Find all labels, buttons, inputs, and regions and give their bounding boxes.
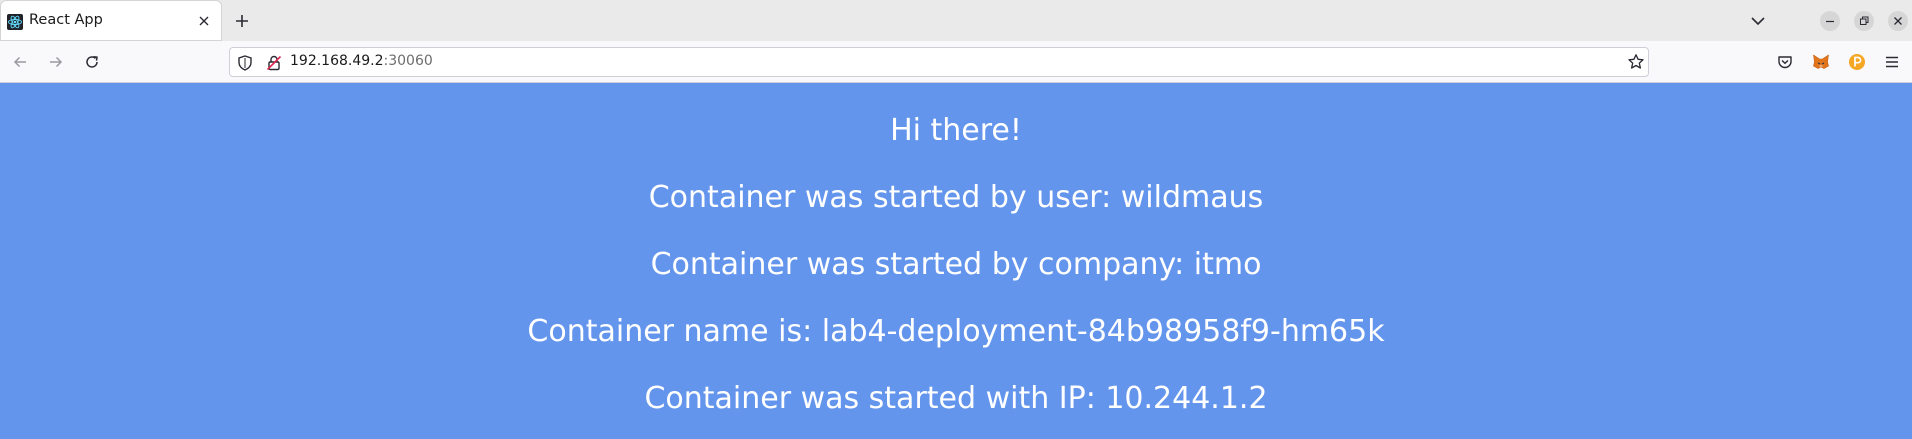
plus-icon[interactable] xyxy=(232,11,252,31)
url-bar[interactable]: 192.168.49.2:30060 xyxy=(229,47,1649,77)
extension-p-icon[interactable] xyxy=(1847,52,1867,72)
restore-button[interactable] xyxy=(1854,11,1874,31)
minimize-icon xyxy=(1826,20,1834,23)
tab-strip: React App xyxy=(0,0,1912,41)
react-icon xyxy=(7,14,23,30)
arrow-left-icon[interactable] xyxy=(10,52,30,72)
window-close-button[interactable] xyxy=(1888,11,1908,31)
insecure-lock-icon[interactable] xyxy=(265,54,283,72)
user-info-text: Container was started by user: wildmaus xyxy=(648,180,1264,215)
url-text[interactable]: 192.168.49.2:30060 xyxy=(290,53,433,69)
shield-icon[interactable] xyxy=(236,54,254,72)
page-content: Hi there! Container was started by user:… xyxy=(0,84,1912,439)
reload-icon[interactable] xyxy=(82,52,102,72)
container-name-text: Container name is: lab4-deployment-84b98… xyxy=(527,314,1385,349)
restore-icon xyxy=(1860,16,1869,25)
arrow-right-icon[interactable] xyxy=(46,52,66,72)
greeting-text: Hi there! xyxy=(890,113,1022,148)
container-ip-text: Container was started with IP: 10.244.1.… xyxy=(644,381,1268,416)
nav-bar: 192.168.49.2:30060 xyxy=(0,41,1912,83)
close-icon[interactable] xyxy=(196,13,212,29)
company-info-text: Container was started by company: itmo xyxy=(650,247,1262,282)
pocket-icon[interactable] xyxy=(1775,52,1795,72)
close-icon xyxy=(1894,17,1902,25)
chevron-down-icon[interactable] xyxy=(1748,11,1768,31)
browser-tab[interactable]: React App xyxy=(1,1,221,40)
tab-title: React App xyxy=(29,12,103,28)
metamask-fox-icon[interactable] xyxy=(1811,52,1831,72)
url-host: 192.168.49.2 xyxy=(290,53,384,69)
minimize-button[interactable] xyxy=(1820,11,1840,31)
hamburger-menu-icon[interactable] xyxy=(1882,52,1902,72)
bookmark-star-icon[interactable] xyxy=(1627,53,1645,71)
url-port: :30060 xyxy=(383,53,433,69)
